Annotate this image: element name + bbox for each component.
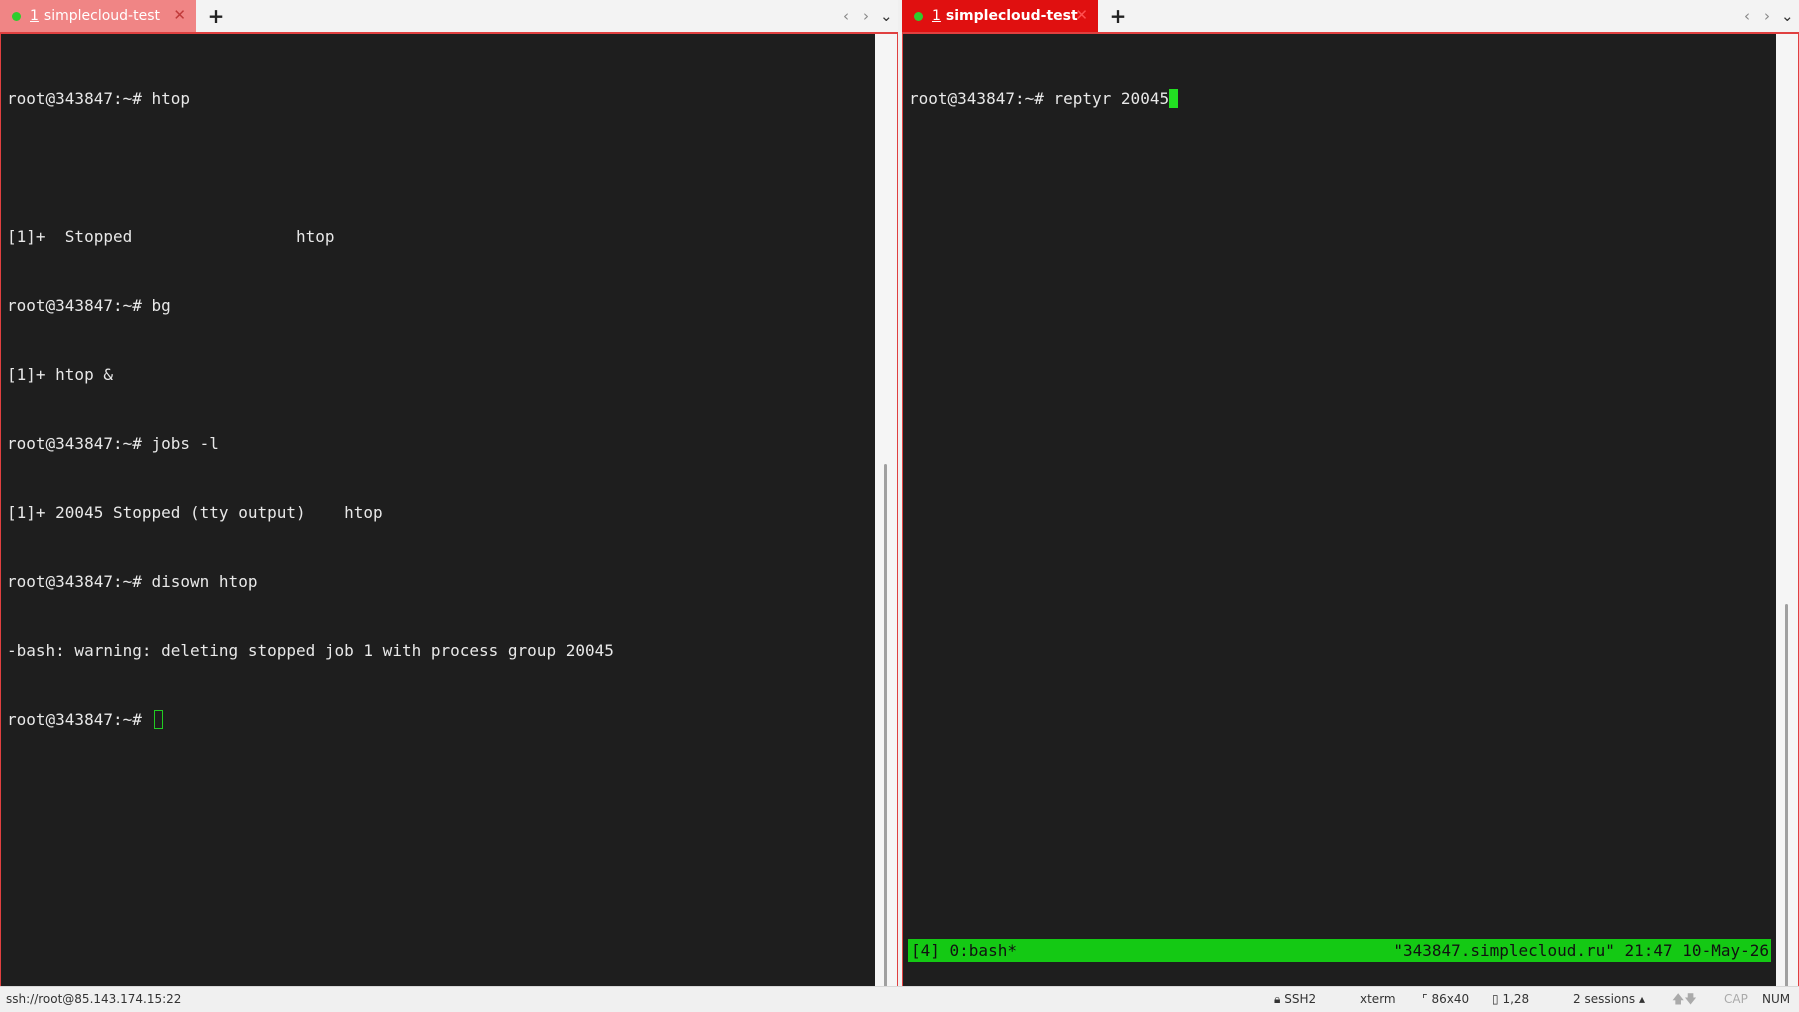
terminal-line: -bash: warning: deleting stopped job 1 w… — [7, 641, 614, 660]
tab-list-menu-icon[interactable]: ⌄ — [880, 4, 893, 28]
right-terminal-output: root@343847:~# reptyr 20045 — [909, 41, 1774, 156]
tab-number: 1 — [30, 8, 39, 24]
scroll-tabs-left-icon[interactable]: ‹ — [1741, 4, 1753, 28]
download-arrow-icon: 🡇 — [1684, 992, 1697, 1006]
left-session-tab[interactable]: 1 simplecloud-test ✕ — [0, 0, 196, 32]
right-tab-bar: 1 simplecloud-test ✕ + ‹ › ⌄ — [902, 0, 1799, 34]
left-tab-bar: 1 simplecloud-test ✕ + ‹ › ⌄ — [0, 0, 898, 34]
tab-navigation: ‹ › ⌄ — [1741, 4, 1794, 28]
terminal-line: root@343847:~# jobs -l — [7, 434, 219, 453]
left-terminal-output: root@343847:~# htop [1]+ Stopped htop ro… — [7, 41, 873, 777]
close-tab-icon[interactable]: ✕ — [173, 6, 186, 24]
left-terminal[interactable]: root@343847:~# htop [1]+ Stopped htop ro… — [0, 34, 898, 987]
close-tab-icon[interactable]: ✕ — [1075, 6, 1088, 24]
terminal-size: ⌜ 86x40 — [1422, 987, 1469, 1011]
left-scrollbar-thumb[interactable] — [884, 464, 887, 986]
tab-navigation: ‹ › ⌄ — [840, 4, 893, 28]
num-lock-indicator: NUM — [1762, 992, 1791, 1006]
sessions-label: 2 sessions — [1573, 992, 1636, 1006]
scroll-tabs-left-icon[interactable]: ‹ — [840, 4, 852, 28]
protocol-indicator: 🔒︎ SSH2 — [1274, 987, 1316, 1011]
caps-lock-indicator: CAP — [1724, 992, 1748, 1006]
scroll-tabs-right-icon[interactable]: › — [860, 4, 872, 28]
protocol-label: SSH2 — [1284, 992, 1317, 1006]
terminal-line: [1]+ Stopped htop — [7, 227, 335, 246]
right-session-tab[interactable]: 1 simplecloud-test ✕ — [902, 0, 1098, 32]
connection-address: ssh://root@85.143.174.15:22 — [6, 992, 182, 1006]
connected-status-icon — [914, 11, 923, 21]
cursor-position: ▯ 1,28 — [1492, 987, 1529, 1011]
lock-icon: 🔒︎ — [1274, 992, 1281, 1006]
upload-arrow-icon: 🡅 — [1672, 992, 1685, 1006]
connected-status-icon — [12, 11, 21, 21]
sessions-indicator[interactable]: 2 sessions ▴ — [1573, 987, 1645, 1011]
prompt-line: root@343847:~# — [7, 708, 873, 731]
new-tab-button[interactable]: + — [1106, 3, 1130, 29]
sessions-up-icon: ▴ — [1638, 992, 1645, 1006]
tmux-status-bar: [4] 0:bash* "343847.simplecloud.ru" 21:4… — [908, 939, 1771, 962]
left-scrollbar[interactable] — [875, 34, 897, 986]
right-scrollbar[interactable] — [1776, 34, 1798, 986]
terminal-line: root@343847:~# bg — [7, 296, 171, 315]
terminal-type: xterm — [1360, 992, 1396, 1006]
tmux-host-datetime: "343847.simplecloud.ru" 21:47 10-May-26 — [1393, 941, 1769, 960]
terminal-line: [1]+ htop & — [7, 365, 113, 384]
right-pane: 1 simplecloud-test ✕ + ‹ › ⌄ root@343847… — [902, 0, 1799, 987]
scroll-tabs-right-icon[interactable]: › — [1761, 4, 1773, 28]
status-bar: ssh://root@85.143.174.15:22 🔒︎ SSH2 xter… — [0, 986, 1799, 1012]
prompt-text: root@343847:~# — [7, 710, 152, 729]
right-terminal[interactable]: root@343847:~# reptyr 20045 [4] 0:bash* … — [902, 34, 1799, 987]
terminal-cursor — [153, 710, 163, 729]
transfer-icons: 🡅🡇 — [1672, 987, 1697, 1011]
terminal-line: root@343847:~# htop — [7, 89, 191, 108]
terminal-line: [1]+ 20045 Stopped (tty output) htop — [7, 503, 383, 522]
terminal-app: 1 simplecloud-test ✕ + ‹ › ⌄ root@343847… — [0, 0, 1799, 1012]
tab-title: simplecloud-test — [43, 8, 160, 24]
terminal-size-label: 86x40 — [1431, 992, 1470, 1006]
tab-list-menu-icon[interactable]: ⌄ — [1781, 4, 1794, 28]
terminal-line: root@343847:~# disown htop — [7, 572, 258, 591]
right-scrollbar-thumb[interactable] — [1785, 604, 1788, 986]
cursor-position-label: 1,28 — [1502, 992, 1530, 1006]
cursor-pos-icon: ▯ — [1492, 992, 1499, 1006]
tmux-window-list: [4] 0:bash* — [911, 941, 1017, 960]
prompt-line: root@343847:~# reptyr 20045 — [909, 87, 1774, 110]
left-pane: 1 simplecloud-test ✕ + ‹ › ⌄ root@343847… — [0, 0, 898, 987]
new-tab-button[interactable]: + — [204, 3, 228, 29]
tab-title: simplecloud-test — [945, 8, 1078, 24]
terminal-cursor — [1169, 89, 1179, 108]
command-text: root@343847:~# reptyr 20045 — [909, 89, 1170, 108]
resize-icon: ⌜ — [1422, 992, 1428, 1006]
tab-number: 1 — [932, 8, 941, 24]
